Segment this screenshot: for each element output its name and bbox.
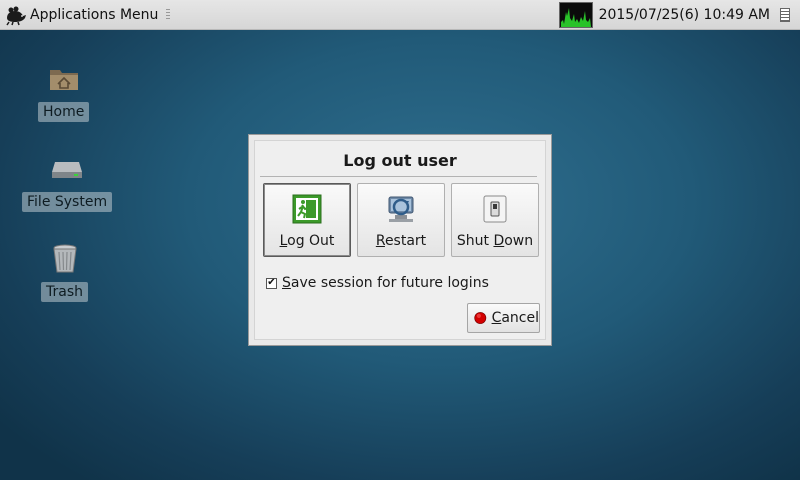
applications-menu-button[interactable]: Applications Menu [0, 0, 158, 30]
desktop-icon-file-system[interactable]: File System [22, 152, 113, 212]
drive-icon [52, 162, 83, 178]
cancel-button[interactable]: Cancel [467, 303, 540, 333]
exit-door-icon [292, 194, 322, 224]
desktop-icon-home[interactable]: Home [38, 62, 90, 122]
save-session-checkbox[interactable]: ✔ [266, 277, 277, 289]
log-out-button[interactable]: Log Out [263, 183, 351, 257]
top-panel: Applications Menu 2015/07/25(6) 10:49 AM [0, 0, 800, 30]
desktop-icon-label: Trash [41, 282, 88, 302]
cancel-label: Cancel [491, 310, 539, 326]
dialog-title: Log out user [343, 151, 457, 170]
desktop-icon-label: Home [38, 102, 90, 122]
log-out-label: Log Out [279, 233, 335, 249]
trash-icon [52, 244, 77, 273]
desktop-icon-trash[interactable]: Trash [41, 242, 88, 302]
applications-menu-label: Applications Menu [30, 6, 159, 23]
home-folder-icon [49, 70, 78, 90]
panel-handle[interactable] [166, 8, 171, 21]
desktop-icon-label: File System [22, 192, 113, 212]
xfce-mouse-icon [6, 6, 26, 25]
cpu-graph-icon[interactable] [558, 1, 593, 28]
save-session-label: Save session for future logins [282, 275, 489, 291]
restart-label: Restart [375, 233, 427, 249]
shut-down-label: Shut Down [456, 233, 534, 249]
restart-icon [388, 196, 414, 222]
title-separator [260, 176, 537, 177]
clock[interactable]: 2015/07/25(6) 10:49 AM [599, 7, 770, 23]
logout-dialog: Log out user Log Out Restart Shut Down ✔… [248, 134, 552, 346]
power-switch-icon [483, 195, 507, 223]
save-session-checkbox-row[interactable]: ✔ Save session for future logins [266, 275, 489, 291]
stop-icon [474, 312, 487, 324]
restart-button[interactable]: Restart [357, 183, 445, 257]
shut-down-button[interactable]: Shut Down [451, 183, 539, 257]
logout-dialog-body: Log out user Log Out Restart Shut Down ✔… [254, 140, 546, 340]
action-buttons-icon[interactable] [780, 7, 790, 22]
